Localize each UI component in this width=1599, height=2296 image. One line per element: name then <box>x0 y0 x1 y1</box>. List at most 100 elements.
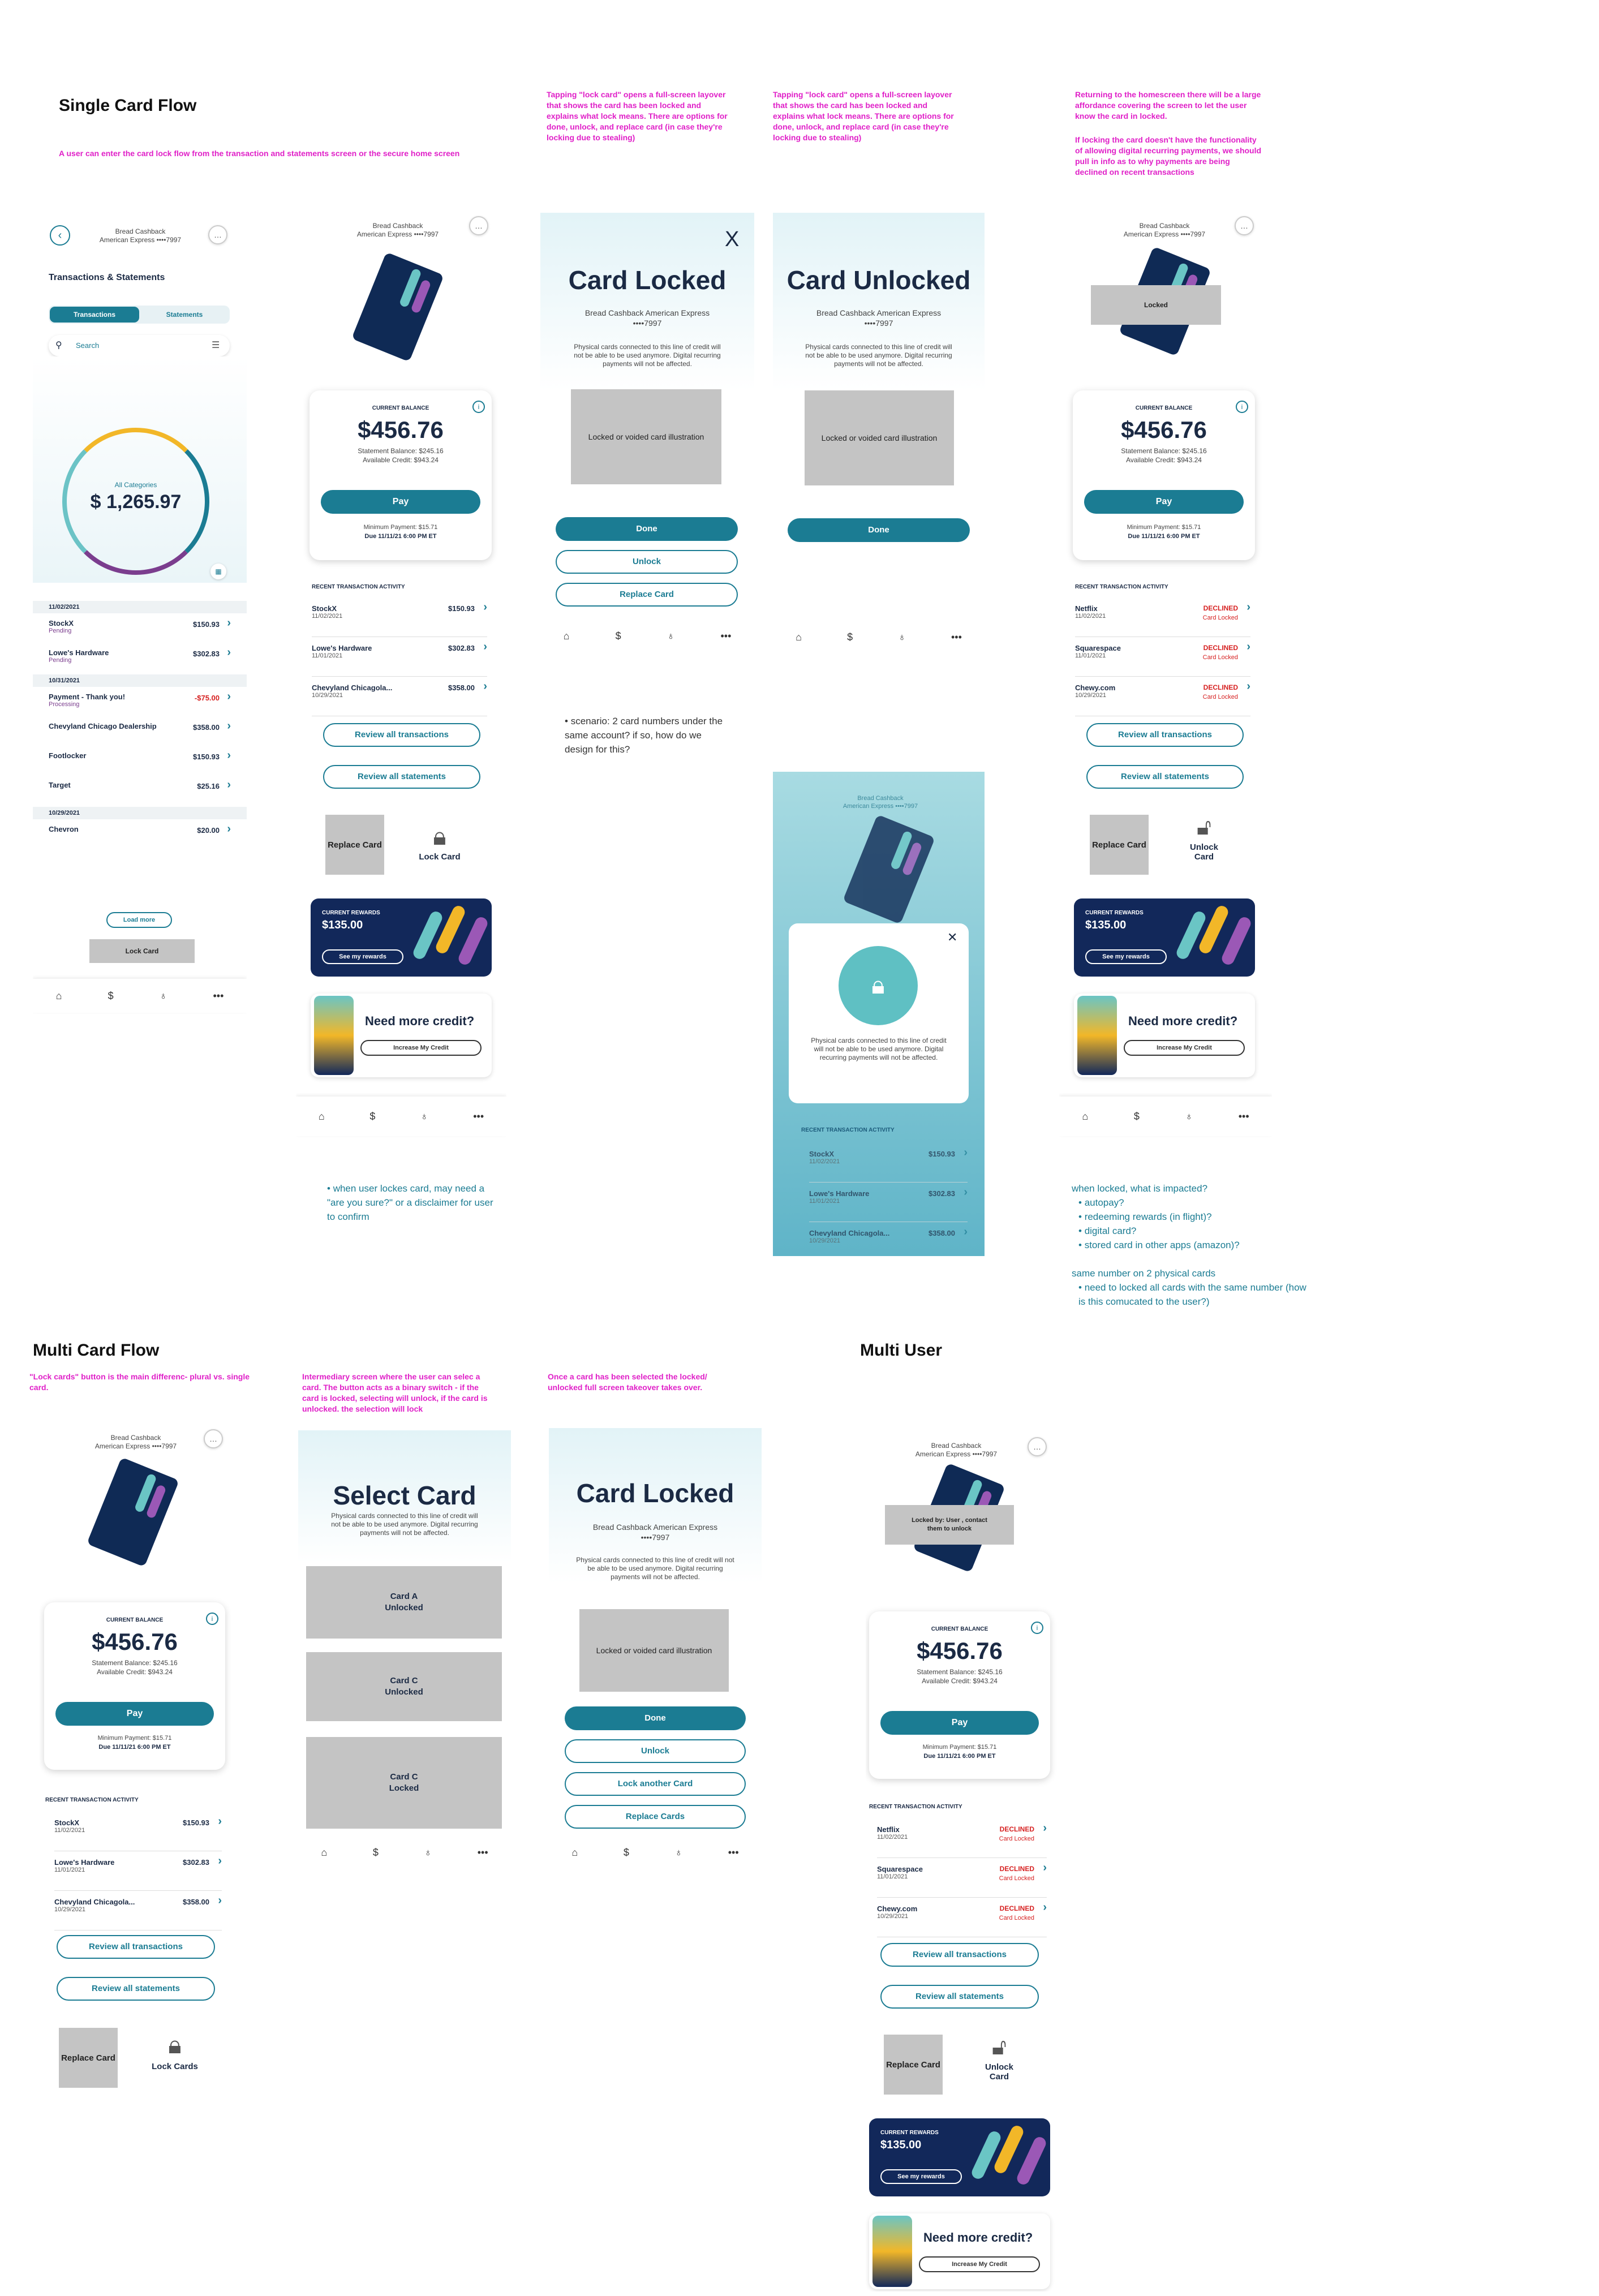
recent-row[interactable]: Chevyland Chicagola... 10/29/2021 $358.00 › <box>809 1222 968 1256</box>
pay-button[interactable]: Pay <box>1084 490 1244 514</box>
transaction-row[interactable]: Footlocker $150.93 › <box>33 746 247 775</box>
chat-icon[interactable]: … <box>208 225 227 244</box>
more-icon[interactable]: ••• <box>473 1111 484 1123</box>
info-icon[interactable]: i <box>1236 401 1248 413</box>
transaction-row[interactable]: Payment - Thank you! Processing -$75.00 › <box>33 687 247 716</box>
more-icon[interactable]: ••• <box>478 1847 488 1859</box>
back-arrow-icon[interactable]: ‹ <box>50 225 70 246</box>
grid-icon[interactable]: ▦ <box>210 564 226 579</box>
transaction-row[interactable]: Lowe's Hardware Pending $302.83 › <box>33 643 247 672</box>
bulb-icon[interactable]: ♁ <box>675 1847 683 1859</box>
info-icon[interactable]: i <box>1031 1622 1043 1634</box>
review-statements-button[interactable]: Review all statements <box>880 1985 1039 2009</box>
see-rewards-button[interactable]: See my rewards <box>880 2169 962 2184</box>
increase-credit-button[interactable]: Increase My Credit <box>1124 1040 1245 1056</box>
review-transactions-button[interactable]: Review all transactions <box>1086 723 1244 747</box>
unlock-card-button[interactable]: 🔓︎ Unlock Card <box>971 2035 1028 2082</box>
bulb-icon[interactable]: ♁ <box>160 990 167 1002</box>
search-input[interactable]: Search <box>76 341 99 350</box>
card-choice-button[interactable]: Card A Unlocked <box>306 1566 502 1639</box>
bulb-icon[interactable]: ♁ <box>1185 1111 1193 1123</box>
pay-button[interactable]: Pay <box>321 490 480 514</box>
recent-row[interactable]: Lowe's Hardware 11/01/2021 $302.83 › <box>809 1183 968 1222</box>
lock-card-button[interactable]: Lock Card <box>89 939 195 963</box>
close-icon[interactable]: ✕ <box>947 930 957 945</box>
replace-card-button[interactable]: Replace Card <box>59 2028 118 2088</box>
lock-card-button[interactable]: 🔒︎ Lock Card <box>411 823 468 862</box>
increase-credit-button[interactable]: Increase My Credit <box>919 2256 1040 2272</box>
dollar-icon[interactable]: $ <box>616 630 621 642</box>
replace-cards-button[interactable]: Replace Cards <box>565 1805 746 1829</box>
lock-another-button[interactable]: Lock another Card <box>565 1772 746 1796</box>
more-icon[interactable]: ••• <box>1239 1111 1249 1123</box>
home-icon[interactable]: ⌂ <box>796 631 802 643</box>
recent-row[interactable]: StockX 11/02/2021 $150.93 › <box>312 597 487 637</box>
transaction-row[interactable]: Target $25.16 › <box>33 775 247 805</box>
bulb-icon[interactable]: ♁ <box>667 630 675 642</box>
home-icon[interactable]: ⌂ <box>1082 1111 1088 1123</box>
more-icon[interactable]: ••• <box>728 1847 739 1859</box>
see-rewards-button[interactable]: See my rewards <box>1085 949 1167 964</box>
pay-button[interactable]: Pay <box>55 1702 214 1726</box>
home-icon[interactable]: ⌂ <box>564 630 570 642</box>
dollar-icon[interactable]: $ <box>108 990 114 1002</box>
chat-icon[interactable]: … <box>1028 1437 1047 1456</box>
review-transactions-button[interactable]: Review all transactions <box>57 1935 215 1959</box>
recent-row[interactable]: StockX 11/02/2021 $150.93 › <box>54 1812 222 1851</box>
recent-row[interactable]: Lowe's Hardware 11/01/2021 $302.83 › <box>54 1851 222 1891</box>
more-icon[interactable]: ••• <box>213 990 223 1002</box>
unlock-button[interactable]: Unlock <box>565 1739 746 1763</box>
card-choice-button[interactable]: Card C Locked <box>306 1737 502 1829</box>
declined-row[interactable]: Chewy.com 10/29/2021 DECLINED Card Locked › <box>877 1898 1047 1937</box>
declined-row[interactable]: Squarespace 11/01/2021 DECLINED Card Locked… <box>1075 637 1250 677</box>
unlock-card-button[interactable]: 🔓︎ Unlock Card <box>1176 815 1232 862</box>
dollar-icon[interactable]: $ <box>373 1847 379 1859</box>
review-statements-button[interactable]: Review all statements <box>57 1977 215 2001</box>
dollar-icon[interactable]: $ <box>369 1111 375 1123</box>
replace-card-button[interactable]: Replace Card <box>325 815 384 875</box>
categories-dropdown[interactable]: All Categories <box>62 481 209 489</box>
declined-row[interactable]: Netflix 11/02/2021 DECLINED Card Locked › <box>1075 597 1250 637</box>
bulb-icon[interactable]: ♁ <box>420 1111 428 1123</box>
info-icon[interactable]: i <box>206 1613 218 1625</box>
recent-row[interactable]: StockX 11/02/2021 $150.93 › <box>809 1143 968 1183</box>
pay-button[interactable]: Pay <box>880 1711 1039 1735</box>
home-icon[interactable]: ⌂ <box>321 1847 327 1859</box>
search-bar[interactable]: ⚲ Search ☰ <box>49 335 230 356</box>
filter-icon[interactable]: ☰ <box>212 339 220 351</box>
transaction-row[interactable]: Chevyland Chicago Dealership $358.00 › <box>33 716 247 746</box>
recent-row[interactable]: Lowe's Hardware 11/01/2021 $302.83 › <box>312 637 487 677</box>
info-icon[interactable]: i <box>472 401 485 413</box>
home-icon[interactable]: ⌂ <box>56 990 62 1002</box>
transaction-row[interactable]: StockX Pending $150.93 › <box>33 613 247 643</box>
declined-row[interactable]: Squarespace 11/01/2021 DECLINED Card Locked… <box>877 1858 1047 1898</box>
tab-transactions[interactable]: Transactions <box>50 307 139 323</box>
dollar-icon[interactable]: $ <box>624 1847 629 1859</box>
review-statements-button[interactable]: Review all statements <box>1086 765 1244 789</box>
more-icon[interactable]: ••• <box>720 630 731 642</box>
chat-icon[interactable]: … <box>469 216 488 235</box>
replace-card-button[interactable]: Replace Card <box>1090 815 1149 875</box>
chat-icon[interactable]: … <box>1235 216 1254 235</box>
declined-row[interactable]: Netflix 11/02/2021 DECLINED Card Locked › <box>877 1818 1047 1858</box>
unlock-button[interactable]: Unlock <box>556 550 738 574</box>
card-choice-button[interactable]: Card C Unlocked <box>306 1652 502 1721</box>
home-icon[interactable]: ⌂ <box>571 1847 578 1859</box>
review-statements-button[interactable]: Review all statements <box>323 765 480 789</box>
see-rewards-button[interactable]: See my rewards <box>322 949 403 964</box>
increase-credit-button[interactable]: Increase My Credit <box>360 1040 482 1056</box>
bulb-icon[interactable]: ♁ <box>424 1847 432 1859</box>
recent-row[interactable]: Chevyland Chicagola... 10/29/2021 $358.00 › <box>54 1891 222 1930</box>
done-button[interactable]: Done <box>788 518 970 542</box>
lock-cards-button[interactable]: 🔒︎ Lock Cards <box>144 2031 206 2071</box>
done-button[interactable]: Done <box>556 517 738 541</box>
review-transactions-button[interactable]: Review all transactions <box>880 1943 1039 1967</box>
chat-icon[interactable]: … <box>204 1429 223 1448</box>
close-icon[interactable]: X <box>725 227 739 252</box>
dollar-icon[interactable]: $ <box>1134 1111 1140 1123</box>
dollar-icon[interactable]: $ <box>847 631 853 643</box>
replace-card-button[interactable]: Replace Card <box>884 2035 943 2095</box>
more-icon[interactable]: ••• <box>951 631 962 643</box>
replace-card-button[interactable]: Replace Card <box>556 583 738 607</box>
recent-row[interactable]: Chevyland Chicagola... 10/29/2021 $358.00 › <box>312 677 487 716</box>
